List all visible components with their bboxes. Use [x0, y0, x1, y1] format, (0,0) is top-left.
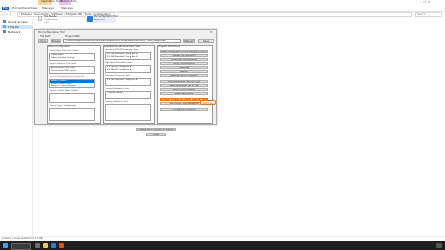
browser-icon[interactable]	[59, 243, 64, 248]
search-box-icon[interactable]	[11, 243, 31, 250]
file-type: Application	[94, 19, 106, 21]
application-icon[interactable]	[87, 16, 93, 22]
configuration-dialog: PG Configuration Tool ✕ File Path Projec…	[34, 29, 217, 125]
sidebar-item-network[interactable]: Network	[1, 30, 32, 34]
tab-share[interactable]: Share	[21, 6, 30, 10]
mid-panel-title: Available PG-180 Parameter Sets	[104, 45, 141, 48]
close-icon[interactable]: ✕	[210, 31, 213, 34]
star-icon	[3, 20, 6, 23]
list-item[interactable]: PG-180 HS Config Rev B	[106, 69, 150, 72]
output-list[interactable]	[49, 93, 95, 103]
callout-marker: Click here	[200, 100, 216, 105]
sidebar-item-label: Network	[8, 30, 21, 34]
section-title: Custom Parameter Sets	[105, 88, 129, 90]
high-speed-sets-list[interactable]: PG-180 HS Config Rev A PG-180 HS Config …	[105, 65, 151, 73]
section-title: Current Axis Selection: X-Axis	[49, 50, 79, 52]
section-title: Standard PG-180 Parameter Sets	[105, 49, 139, 51]
computer-icon	[3, 25, 6, 28]
nav-arrows-icon[interactable]: ← → ↑	[2, 13, 11, 16]
tab-manage-picture[interactable]: Manage	[61, 6, 73, 10]
velocity-list[interactable]: Acceleration 1000 mm/s² Deceleration 100…	[49, 66, 95, 74]
homing-list[interactable]: Home to Switch Home to Index Pulse Home …	[49, 79, 95, 88]
network-icon	[3, 30, 6, 33]
picture-tools-label: Picture Tools	[61, 0, 77, 3]
sidebar-item-quick-access[interactable]: Quick access	[1, 20, 32, 24]
restore-defaults-button[interactable]: Restore Factory Defaults	[160, 74, 208, 77]
section-title: Current Output Mode: Digital	[49, 90, 78, 92]
section-title: Current Velocity: 100 mm/s	[49, 63, 77, 65]
firmware-info-button[interactable]: Firmware Information	[160, 108, 208, 111]
sidebar-item-this-pc[interactable]: This PC	[1, 25, 32, 29]
file-size: 1 KB	[44, 21, 49, 24]
axis-list[interactable]: X-Axis Motor X-Axis Encoder Settings	[49, 53, 95, 61]
tab-manage[interactable]: Manage	[42, 6, 54, 10]
file-name[interactable]: PG Configuration Tool	[94, 15, 118, 18]
precision-sets-list[interactable]: PG-180 Precision Config Rev A	[105, 78, 151, 86]
left-panel-title: Active Configuration	[48, 45, 71, 48]
tab-view[interactable]: View	[30, 6, 37, 10]
list-item[interactable]: Deceleration 1000 mm/s²	[50, 70, 94, 73]
window-controls[interactable]: – ☐ ✕	[420, 1, 431, 4]
close-button[interactable]: Close	[146, 133, 166, 136]
download-config-button[interactable]: Download Configuration	[160, 58, 208, 61]
legacy-sets-list[interactable]	[105, 104, 151, 121]
navigation-pane: Quick access This PC Network	[0, 18, 33, 236]
section-title: Current Input Configuration	[49, 105, 77, 107]
file-icon[interactable]	[38, 16, 42, 21]
list-item[interactable]: Custom Config 1	[106, 92, 150, 95]
open-connection-button[interactable]: Open Connection to PG Controller (COM Po…	[160, 50, 208, 53]
address-bar[interactable]: › Pilotgear › Documents › ShiftGear › Pi…	[17, 12, 412, 17]
taskbar	[0, 241, 445, 250]
search-placeholder: Search	[417, 13, 426, 16]
right-panel-title: Program Operations	[158, 45, 180, 48]
save-parameter-set-button[interactable]: Save Parameter Set to File	[160, 84, 208, 87]
section-title: High Speed Parameter Sets	[105, 62, 133, 64]
open-button[interactable]: Open	[38, 39, 48, 43]
section-title: Legacy Parameter Sets	[105, 101, 129, 103]
list-item[interactable]: PG-180 Standard Config Rev B	[106, 56, 150, 59]
project-path-input[interactable]: C:\Users\Pilotgear\Documents\ShiftGear\P…	[63, 39, 181, 43]
section-title: Current Homing Routine: Home Pos	[49, 76, 85, 78]
app-icon[interactable]	[51, 243, 56, 248]
custom-sets-list[interactable]: Custom Config 1	[105, 91, 151, 99]
notifications-icon[interactable]	[436, 243, 442, 248]
sidebar-item-label: Quick access	[8, 20, 28, 24]
reboot-button[interactable]: Reboot	[160, 70, 208, 73]
tab-file[interactable]: File	[2, 6, 10, 10]
callout-connector	[186, 102, 200, 103]
file-explorer-icon[interactable]	[43, 243, 48, 248]
save-config-button[interactable]: Save Config	[198, 39, 214, 43]
file-name[interactable]: Tool Bundle	[44, 15, 57, 18]
list-item[interactable]: Home to Current Position	[50, 85, 94, 87]
refresh-button[interactable]: Refresh	[183, 39, 195, 43]
start-icon[interactable]	[3, 243, 8, 248]
search-input[interactable]: Search	[415, 12, 442, 17]
verify-config-button[interactable]: Verify Configuration	[160, 62, 208, 65]
section-title: Precision Parameter Sets	[105, 75, 130, 77]
load-parameter-set-button[interactable]: Load Parameter Set from File	[160, 80, 208, 83]
list-item[interactable]: PG-180 Precision Config Rev A	[106, 79, 150, 82]
app-tools-label: Application Tools	[41, 0, 62, 3]
standard-sets-list[interactable]: PG-180 Standard Config Rev A PG-180 Stan…	[105, 52, 151, 60]
sidebar-item-label: This PC	[8, 25, 19, 29]
list-item[interactable]: X-Axis Encoder Settings	[50, 57, 94, 60]
view-diagnostics-button[interactable]: View Diagnostics	[160, 92, 208, 95]
disable-autoconnect-button[interactable]: Disable Auto Connect at Startup	[136, 128, 176, 131]
tab-home[interactable]: Home	[12, 6, 21, 10]
input-list[interactable]	[49, 108, 95, 121]
task-view-icon[interactable]	[35, 243, 40, 248]
browse-button[interactable]: Browse	[51, 39, 61, 43]
export-report-button[interactable]: Export Config Report	[160, 88, 208, 91]
calibrate-button[interactable]: Calibrate	[160, 66, 208, 69]
upload-config-button[interactable]: Upload Configuration	[160, 54, 208, 57]
